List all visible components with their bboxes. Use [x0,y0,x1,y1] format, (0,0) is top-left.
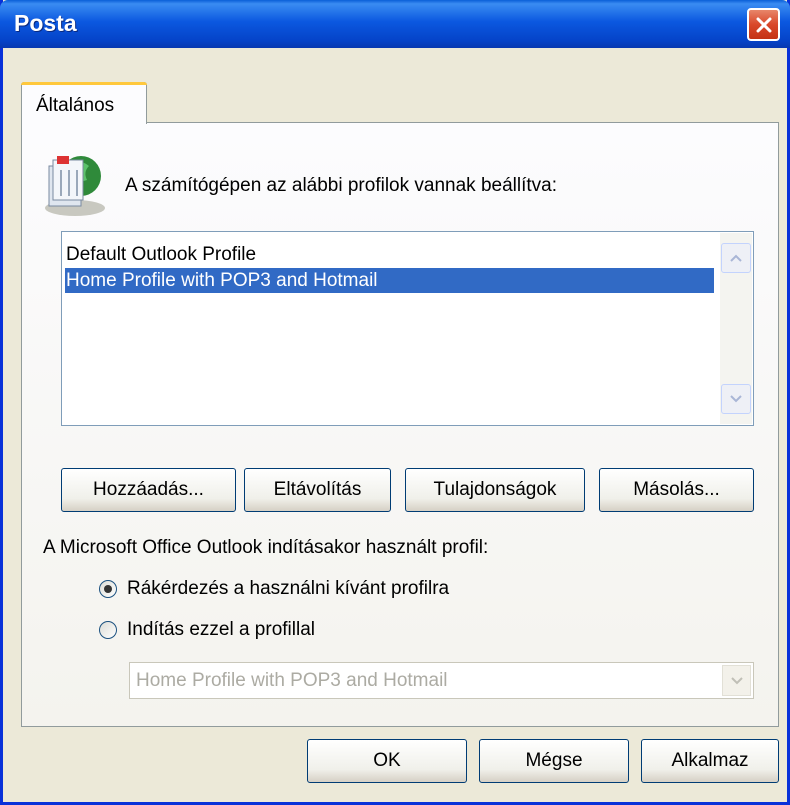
cancel-button[interactable]: Mégse [479,739,629,783]
chevron-down-icon [730,676,743,684]
close-button[interactable] [747,8,780,41]
tab-general[interactable]: Általános [21,82,147,124]
copy-profile-button[interactable]: Másolás... [599,468,754,512]
list-item-selected[interactable]: Home Profile with POP3 and Hotmail [65,268,714,293]
profile-list[interactable]: Default Outlook Profile Home Profile wit… [61,231,754,426]
radio-always-use-profile[interactable]: Indítás ezzel a profillal [99,619,315,641]
close-icon [756,17,771,32]
select-dropdown-button [722,665,751,696]
radio-prompt-label: Rákérdezés a használni kívánt profilra [127,578,450,599]
list-item[interactable]: Default Outlook Profile [65,242,714,267]
profiles-intro-text: A számítógépen az alábbi profilok vannak… [125,175,557,196]
add-profile-button[interactable]: Hozzáadás... [61,468,236,512]
radio-button[interactable] [99,621,117,639]
startup-profile-label: A Microsoft Office Outlook indításakor h… [43,537,489,558]
list-scrollbar[interactable] [720,233,752,424]
window-title: Posta [14,10,77,36]
remove-profile-button[interactable]: Eltávolítás [244,468,391,512]
ok-button[interactable]: OK [307,739,467,783]
title-bar[interactable]: Posta [0,0,790,48]
scroll-down-button[interactable] [721,384,751,414]
startup-profile-select-value: Home Profile with POP3 and Hotmail [136,670,448,691]
apply-button[interactable]: Alkalmaz [641,739,779,783]
mail-profile-icon [45,156,105,216]
scroll-up-button[interactable] [721,243,751,273]
tab-general-label: Általános [36,95,115,116]
mail-setup-dialog: Posta Általános A számítógépen az alábbi… [0,0,790,805]
chevron-down-icon [730,395,742,403]
radio-always-label: Indítás ezzel a profillal [127,619,315,640]
radio-button-checked[interactable] [99,580,117,598]
radio-prompt-profile[interactable]: Rákérdezés a használni kívánt profilra [99,578,449,600]
chevron-up-icon [730,254,742,262]
profile-properties-button[interactable]: Tulajdonságok [405,468,585,512]
startup-profile-select: Home Profile with POP3 and Hotmail [129,662,754,699]
